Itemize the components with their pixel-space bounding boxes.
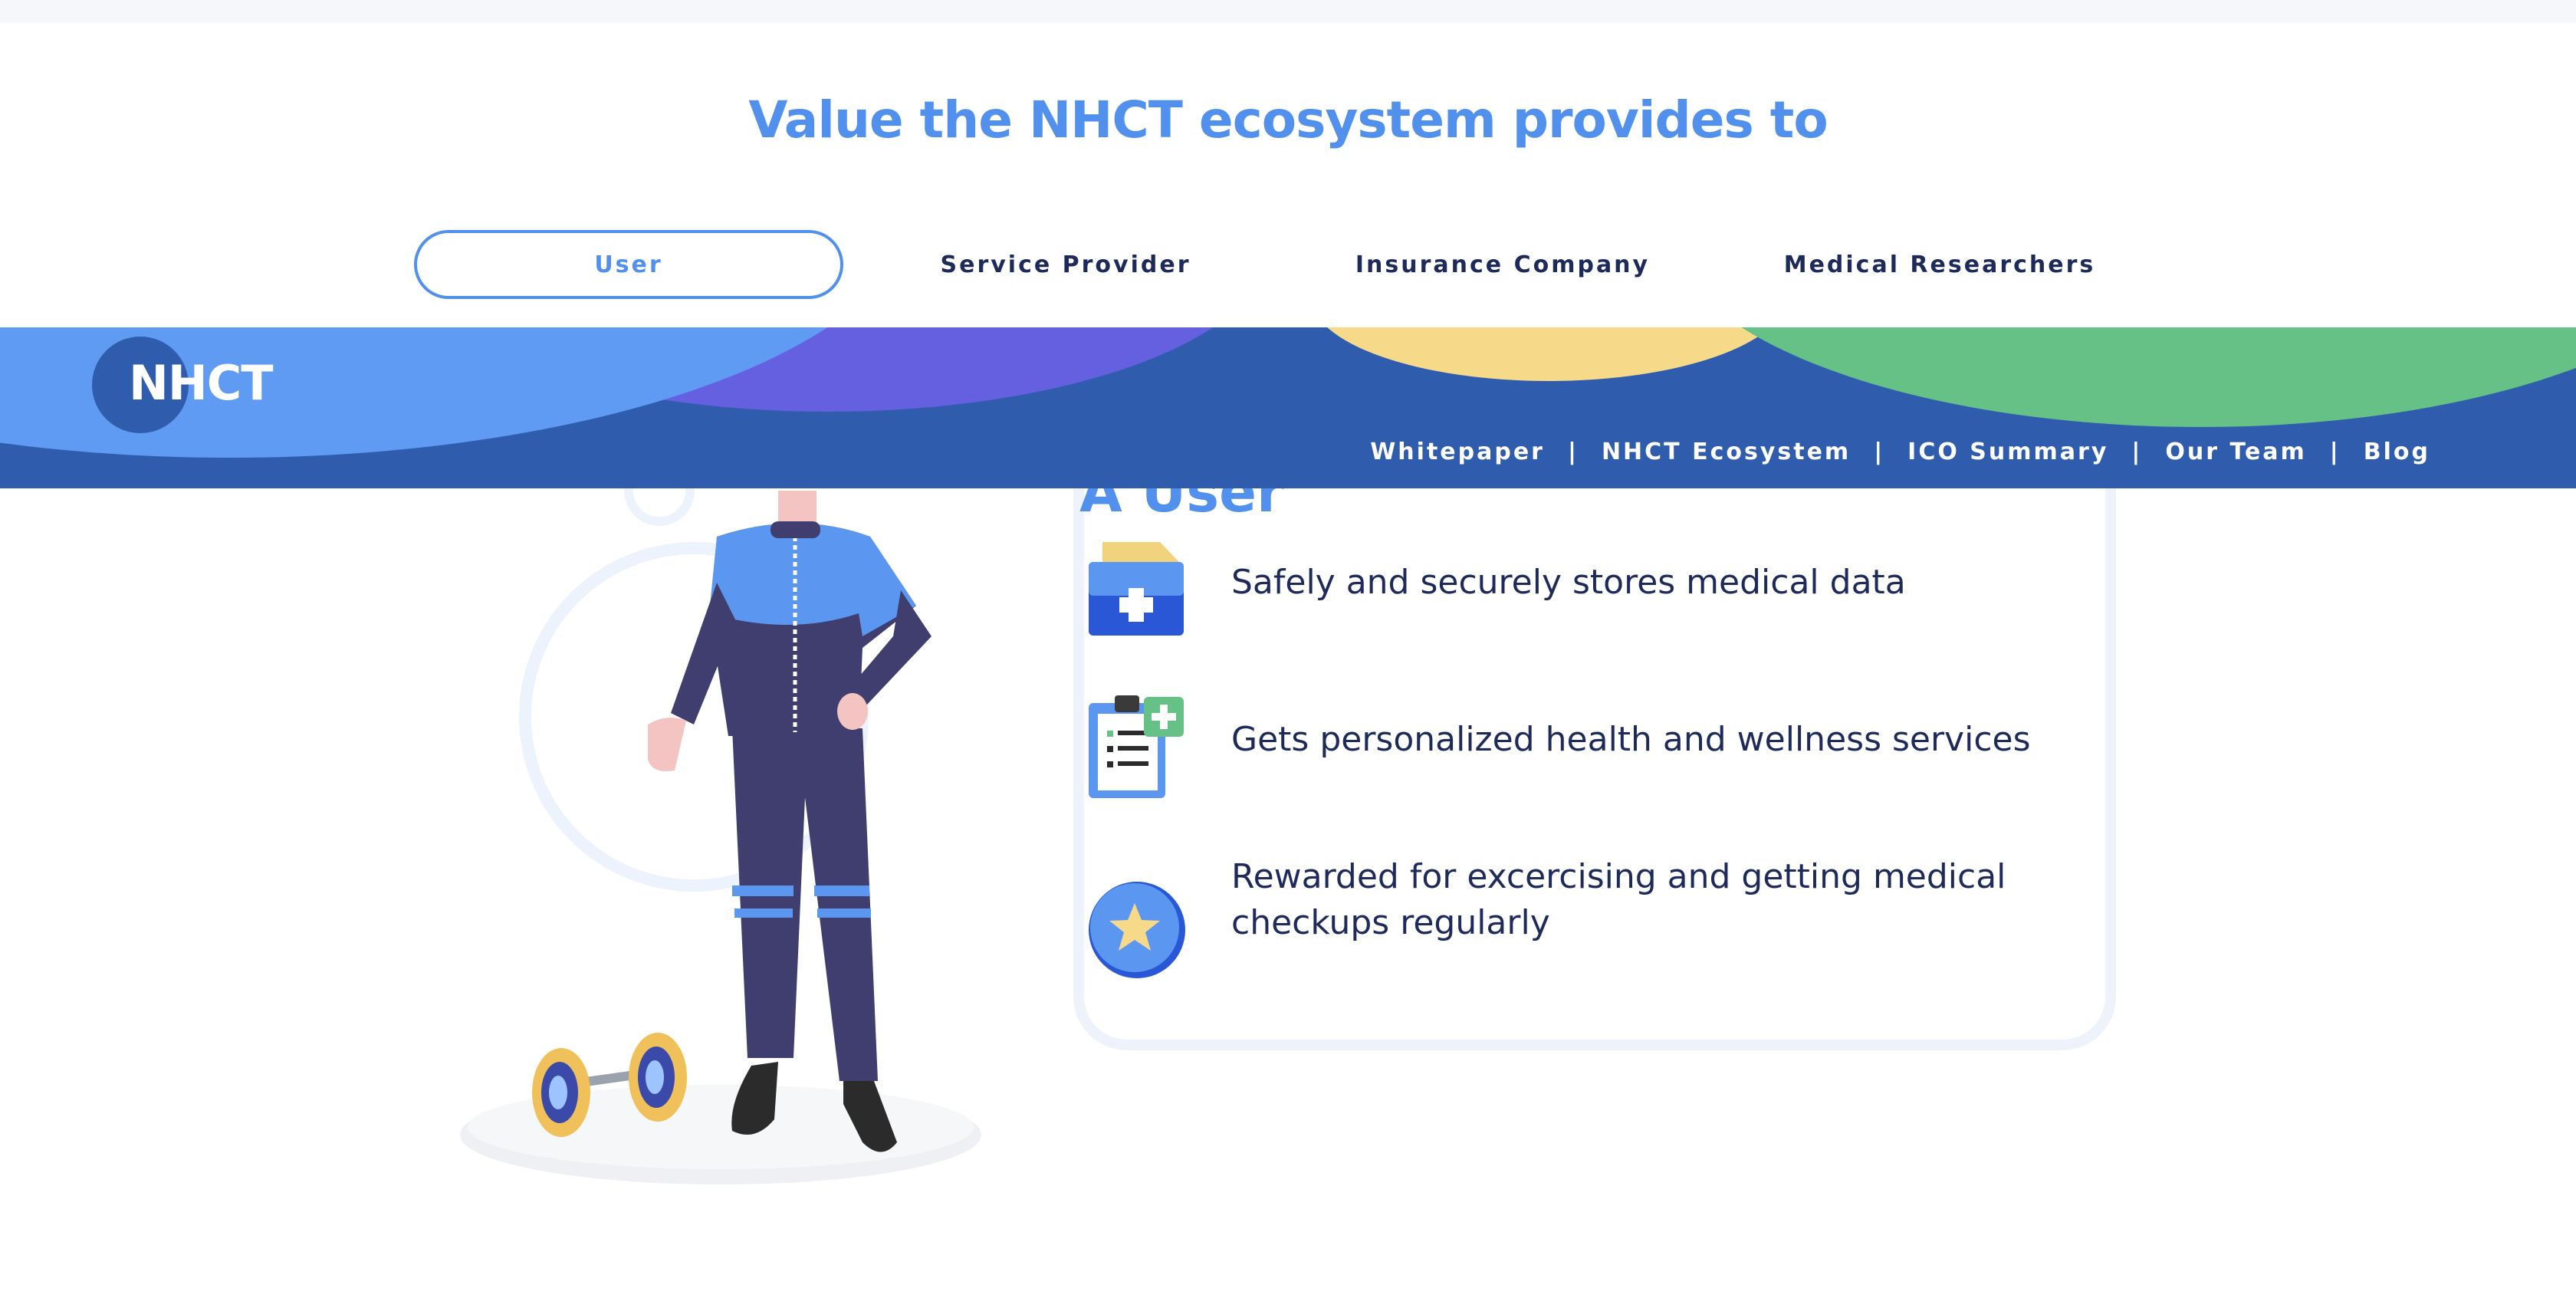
nav-separator: | — [1567, 439, 1579, 465]
nav-separator: | — [2131, 439, 2143, 465]
benefit-text: Gets personalized health and wellness se… — [1231, 720, 2031, 759]
nav-nhct-ecosystem[interactable]: NHCT Ecosystem — [1602, 439, 1851, 465]
nav-ico-summary[interactable]: ICO Summary — [1907, 439, 2108, 465]
medical-folder-icon — [1089, 542, 1184, 636]
nav-separator: | — [2329, 439, 2341, 465]
site-header: NHCT Whitepaper | NHCT Ecosystem | ICO S… — [0, 327, 2576, 488]
logo[interactable]: NHCT — [92, 335, 274, 435]
star-badge-icon — [1089, 882, 1185, 978]
clipboard-checklist-icon — [1089, 695, 1184, 798]
benefit-text: Safely and securely stores medical data — [1231, 563, 1906, 602]
logo-text: NHCT — [129, 355, 274, 411]
nav-blog[interactable]: Blog — [2364, 439, 2430, 465]
nav-our-team[interactable]: Our Team — [2165, 439, 2306, 465]
main-nav: Whitepaper | NHCT Ecosystem | ICO Summar… — [1370, 439, 2430, 465]
nav-separator: | — [1874, 439, 1885, 465]
benefit-text: Rewarded for excercising and getting med… — [1231, 857, 2006, 942]
nav-whitepaper[interactable]: Whitepaper — [1370, 439, 1545, 465]
